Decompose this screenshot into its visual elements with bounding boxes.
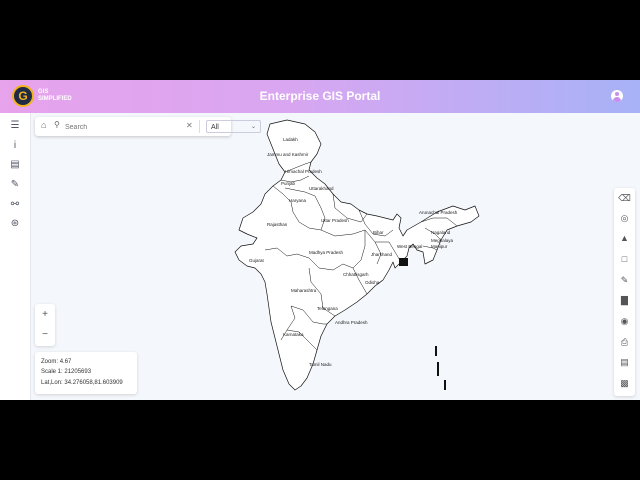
share-nodes-icon[interactable]: ⚯ (8, 198, 22, 212)
state-label: Telangana (317, 306, 338, 311)
india-outline (234, 119, 480, 391)
state-label: Madhya Pradesh (309, 250, 344, 255)
scale-readout: Scale 1: 21205693 (41, 369, 91, 375)
print-icon[interactable]: ⎙ (617, 335, 632, 350)
search-filter-select[interactable]: All ⌄ (206, 120, 261, 133)
state-label: Andhra Pradesh (335, 320, 368, 325)
state-label: Punjab (281, 181, 296, 186)
state-label: Manipur (431, 244, 448, 249)
page-title: Enterprise GIS Portal (259, 89, 381, 103)
state-label: Himachal Pradesh (285, 169, 322, 174)
state-label: Haryana (289, 198, 307, 203)
edit-note-icon[interactable]: ✎ (617, 273, 632, 288)
state-label: Karnataka (283, 332, 304, 337)
terrain-icon[interactable]: ▲ (617, 231, 632, 246)
network-icon[interactable]: ⊛ (8, 217, 22, 231)
user-account-icon[interactable] (611, 90, 623, 102)
legend-icon[interactable]: ▤ (617, 355, 632, 370)
latlon-value: 34.276058,81.603909 (64, 380, 123, 386)
home-icon[interactable]: ⌂ (41, 120, 46, 130)
chevron-down-icon: ⌄ (250, 124, 256, 130)
zoom-controls: + − (35, 304, 55, 346)
state-label: Nagaland (431, 230, 451, 235)
search-icon: ⚲ (54, 120, 60, 129)
layers-icon[interactable]: ☰ (8, 119, 22, 133)
zoom-value: 4.67 (59, 359, 72, 365)
india-map[interactable]: Ladakh Jammu and Kashmir Himachal Pradesh P… (225, 118, 485, 393)
state-label: Tamil Nadu (309, 362, 332, 367)
zoom-readout: Zoom: 4.67 (41, 359, 71, 365)
zoom-in-button[interactable]: + (35, 305, 55, 325)
zoom-out-button[interactable]: − (35, 325, 55, 345)
state-label: Chhattisgarh (343, 272, 369, 277)
gis-app: G GIS SIMPLIFIED Enterprise GIS Portal ☰… (0, 80, 640, 400)
state-label: Uttar Pradesh (321, 218, 349, 223)
eraser-icon[interactable]: ⌫ (617, 191, 632, 206)
database-icon[interactable]: ▤ (8, 158, 22, 172)
right-toolbar: ⌫ ◎ ▲ □ ✎ ▇ ◉ ⎙ ▤ ▩ (614, 188, 635, 396)
state-label: Ladakh (283, 137, 298, 142)
nicobar-islands (437, 362, 439, 376)
search-bar: ⌂ ⚲ ✕ All ⌄ (35, 117, 261, 136)
state-label: Bihar (373, 230, 384, 235)
locate-icon[interactable]: ◎ (617, 211, 632, 226)
state-label: Arunachal Pradesh (419, 210, 458, 215)
left-toolbar: ☰ i ▤ ✎ ⚯ ⊛ (0, 113, 31, 400)
scale-value: 21205693 (64, 369, 92, 375)
map-status-panel: Zoom: 4.67 Scale 1: 21205693 Lat,Lon: 34… (35, 352, 137, 394)
latlon-readout: Lat,Lon: 34.276058,81.603909 (41, 380, 123, 386)
state-label: Gujarat (249, 258, 265, 263)
state-label: Odisha (365, 280, 380, 285)
zoom-label: Zoom: (41, 359, 59, 365)
camera-icon[interactable]: ◉ (617, 314, 632, 329)
search-filter-value: All (211, 124, 219, 131)
info-icon[interactable]: i (8, 139, 22, 153)
latlon-label: Lat,Lon: (41, 380, 63, 386)
state-label: West Bengal (397, 244, 422, 249)
state-label: Uttarakhand (309, 186, 334, 191)
state-label: Jharkhand (371, 252, 393, 257)
sundarbans-delta (399, 258, 408, 266)
search-divider (199, 120, 200, 133)
search-input[interactable] (63, 120, 157, 134)
chart-icon[interactable]: ▇ (617, 293, 632, 308)
select-box-icon[interactable]: □ (617, 252, 632, 267)
app-header: G GIS SIMPLIFIED Enterprise GIS Portal (0, 80, 640, 113)
state-label: Jammu and Kashmir (267, 152, 309, 157)
state-label: Meghalaya (431, 238, 454, 243)
clear-icon[interactable]: ✕ (186, 121, 193, 130)
toolbox-icon[interactable]: ▩ (617, 376, 632, 391)
scale-label: Scale 1: (41, 369, 63, 375)
edit-pencil-icon[interactable]: ✎ (8, 178, 22, 192)
andaman-islands (435, 346, 437, 356)
great-nicobar-island (444, 380, 446, 390)
state-label: Maharashtra (291, 288, 317, 293)
state-label: Rajasthan (267, 222, 288, 227)
